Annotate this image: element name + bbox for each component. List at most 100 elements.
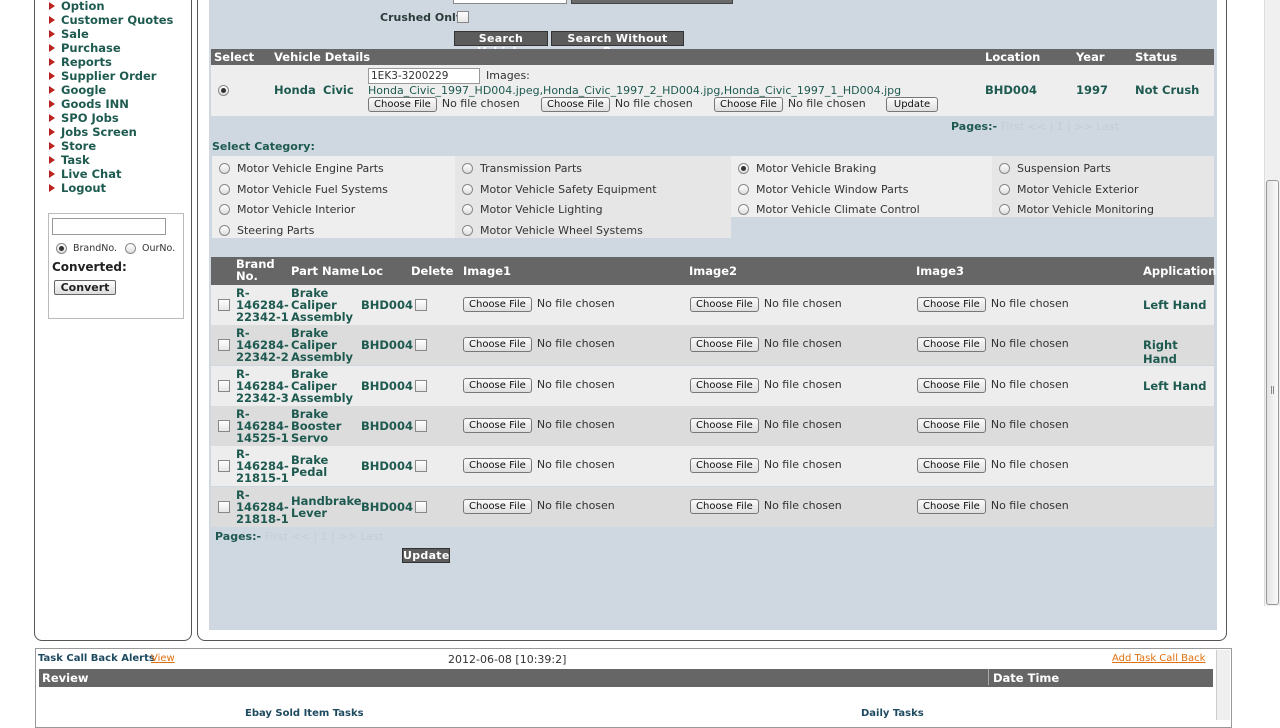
choose-file-button[interactable]: Choose File (541, 97, 610, 112)
part-name[interactable]: Brake Booster Servo (291, 408, 361, 444)
image-file-links[interactable]: Honda_Civic_1997_HD004.jpeg,Honda_Civic_… (368, 84, 901, 97)
category-option[interactable]: Suspension Parts (999, 162, 1111, 175)
sidebar-item[interactable]: Purchase (49, 41, 173, 55)
add-task-callback-link[interactable]: Add Task Call Back (1112, 653, 1205, 664)
sidebar-item-label[interactable]: Live Chat (61, 167, 121, 181)
category-option[interactable]: Motor Vehicle Exterior (999, 183, 1139, 196)
page-scrollbar-thumb[interactable] (1266, 180, 1279, 605)
delete-checkbox[interactable] (415, 419, 427, 432)
image3-file-input[interactable]: Choose File No file chosen (917, 377, 1069, 393)
choose-file-button[interactable]: Choose File (917, 377, 986, 393)
sidebar-item-label[interactable]: Logout (61, 181, 106, 195)
sidebar-item-label[interactable]: SPO Jobs (61, 111, 119, 125)
sidebar-item-label[interactable]: Option (61, 0, 105, 13)
ourno-radio[interactable]: OurNo. (125, 243, 175, 254)
sidebar-item[interactable]: Google (49, 83, 173, 97)
category-option[interactable]: Motor Vehicle Fuel Systems (219, 183, 388, 196)
category-option[interactable]: Motor Vehicle Engine Parts (219, 162, 384, 175)
crushed-only-checkbox[interactable] (457, 11, 469, 23)
vehicle-file-input-1[interactable]: Choose File No file chosen (368, 97, 520, 112)
image2-file-input[interactable]: Choose File No file chosen (690, 297, 842, 312)
choose-file-button[interactable]: Choose File (917, 337, 986, 353)
image1-file-input[interactable]: Choose File No file chosen (463, 458, 615, 474)
part-name[interactable]: Brake Caliper Assembly (291, 287, 361, 323)
choose-file-button[interactable]: Choose File (917, 458, 986, 474)
sidebar-item[interactable]: Store (49, 139, 173, 153)
row-select-checkbox[interactable] (218, 460, 230, 473)
row-select-checkbox[interactable] (218, 339, 230, 352)
vehicle-update-button[interactable]: Update (886, 97, 938, 112)
choose-file-button[interactable]: Choose File (917, 417, 986, 433)
part-name[interactable]: Brake Pedal (291, 454, 361, 478)
sidebar-item-label[interactable]: Store (61, 139, 96, 153)
choose-file-button[interactable]: Choose File (463, 297, 532, 312)
brand-no[interactable]: R- 146284- 14525-1 (236, 408, 290, 444)
sidebar-item-label[interactable]: Customer Quotes (61, 13, 173, 27)
delete-checkbox[interactable] (415, 299, 427, 311)
vehicle-file-input-2[interactable]: Choose File No file chosen (541, 97, 693, 112)
category-option[interactable]: Motor Vehicle Safety Equipment (462, 183, 657, 196)
sidebar-item[interactable]: SPO Jobs (49, 111, 173, 125)
category-option[interactable]: Motor Vehicle Lighting (462, 203, 603, 216)
parts-update-button[interactable]: Update (402, 548, 450, 563)
category-option[interactable]: Motor Vehicle Monitoring (999, 203, 1154, 216)
delete-checkbox[interactable] (415, 379, 427, 392)
search-input[interactable] (453, 0, 567, 4)
sidebar-item[interactable]: Logout (49, 181, 173, 195)
sidebar-item-label[interactable]: Reports (61, 55, 112, 69)
sidebar-item[interactable]: Customer Quotes (49, 13, 173, 27)
sidebar-item[interactable]: Supplier Order (49, 69, 173, 83)
choose-file-button[interactable]: Choose File (714, 97, 783, 112)
choose-file-button[interactable]: Choose File (690, 297, 759, 312)
sidebar-item-label[interactable]: Google (61, 83, 106, 97)
brandno-radio[interactable]: BrandNo. (56, 243, 117, 254)
image2-file-input[interactable]: Choose File No file chosen (690, 337, 842, 353)
image3-file-input[interactable]: Choose File No file chosen (917, 337, 1069, 353)
search-button-partial[interactable] (571, 0, 733, 4)
pages-nav[interactable]: First << | 1 | >> Last (1001, 120, 1119, 133)
image3-file-input[interactable]: Choose File No file chosen (917, 417, 1069, 433)
choose-file-button[interactable]: Choose File (368, 97, 437, 112)
sidebar-item-label[interactable]: Task (61, 153, 90, 167)
choose-file-button[interactable]: Choose File (463, 377, 532, 393)
sidebar-item[interactable]: Live Chat (49, 167, 173, 181)
image1-file-input[interactable]: Choose File No file chosen (463, 417, 615, 433)
sidebar-item[interactable]: Sale (49, 27, 173, 41)
choose-file-button[interactable]: Choose File (690, 377, 759, 393)
row-select-checkbox[interactable] (218, 419, 230, 432)
sidebar-item-label[interactable]: Supplier Order (61, 69, 156, 83)
category-option[interactable]: Motor Vehicle Interior (219, 203, 355, 216)
sidebar-item-label[interactable]: Sale (61, 27, 89, 41)
brand-no[interactable]: R- 146284- 22342-1 (236, 287, 290, 323)
image1-file-input[interactable]: Choose File No file chosen (463, 377, 615, 393)
image3-file-input[interactable]: Choose File No file chosen (917, 498, 1069, 514)
delete-checkbox[interactable] (415, 460, 427, 473)
converter-input[interactable] (52, 218, 166, 235)
part-name[interactable]: Brake Caliper Assembly (291, 327, 361, 363)
choose-file-button[interactable]: Choose File (463, 417, 532, 433)
category-option[interactable]: Motor Vehicle Climate Control (738, 203, 920, 216)
brand-no[interactable]: R- 146284- 22342-2 (236, 327, 290, 363)
category-option[interactable]: Motor Vehicle Wheel Systems (462, 224, 643, 237)
image2-file-input[interactable]: Choose File No file chosen (690, 417, 842, 433)
row-select-checkbox[interactable] (218, 379, 230, 392)
alerts-view-link[interactable]: View (151, 653, 175, 664)
pages-nav[interactable]: First << | 1 | >> Last (265, 530, 383, 543)
choose-file-button[interactable]: Choose File (917, 498, 986, 514)
choose-file-button[interactable]: Choose File (690, 337, 759, 353)
choose-file-button[interactable]: Choose File (463, 458, 532, 474)
brand-no[interactable]: R- 146284- 21818-1 (236, 489, 290, 525)
row-select-checkbox[interactable] (218, 500, 230, 513)
category-option[interactable]: Motor Vehicle Braking (738, 162, 876, 175)
image2-file-input[interactable]: Choose File No file chosen (690, 458, 842, 474)
convert-button[interactable]: Convert (54, 280, 116, 295)
delete-checkbox[interactable] (415, 339, 427, 352)
image3-file-input[interactable]: Choose File No file chosen (917, 458, 1069, 474)
sidebar-item[interactable]: Reports (49, 55, 173, 69)
delete-checkbox[interactable] (415, 500, 427, 513)
search-without-reg-button[interactable]: Search Without Reg. (551, 31, 684, 58)
alerts-scrollbar[interactable] (1216, 650, 1230, 720)
choose-file-button[interactable]: Choose File (690, 458, 759, 474)
sidebar-item[interactable]: Task (49, 153, 173, 167)
sidebar-item-label[interactable]: Jobs Screen (61, 125, 137, 139)
